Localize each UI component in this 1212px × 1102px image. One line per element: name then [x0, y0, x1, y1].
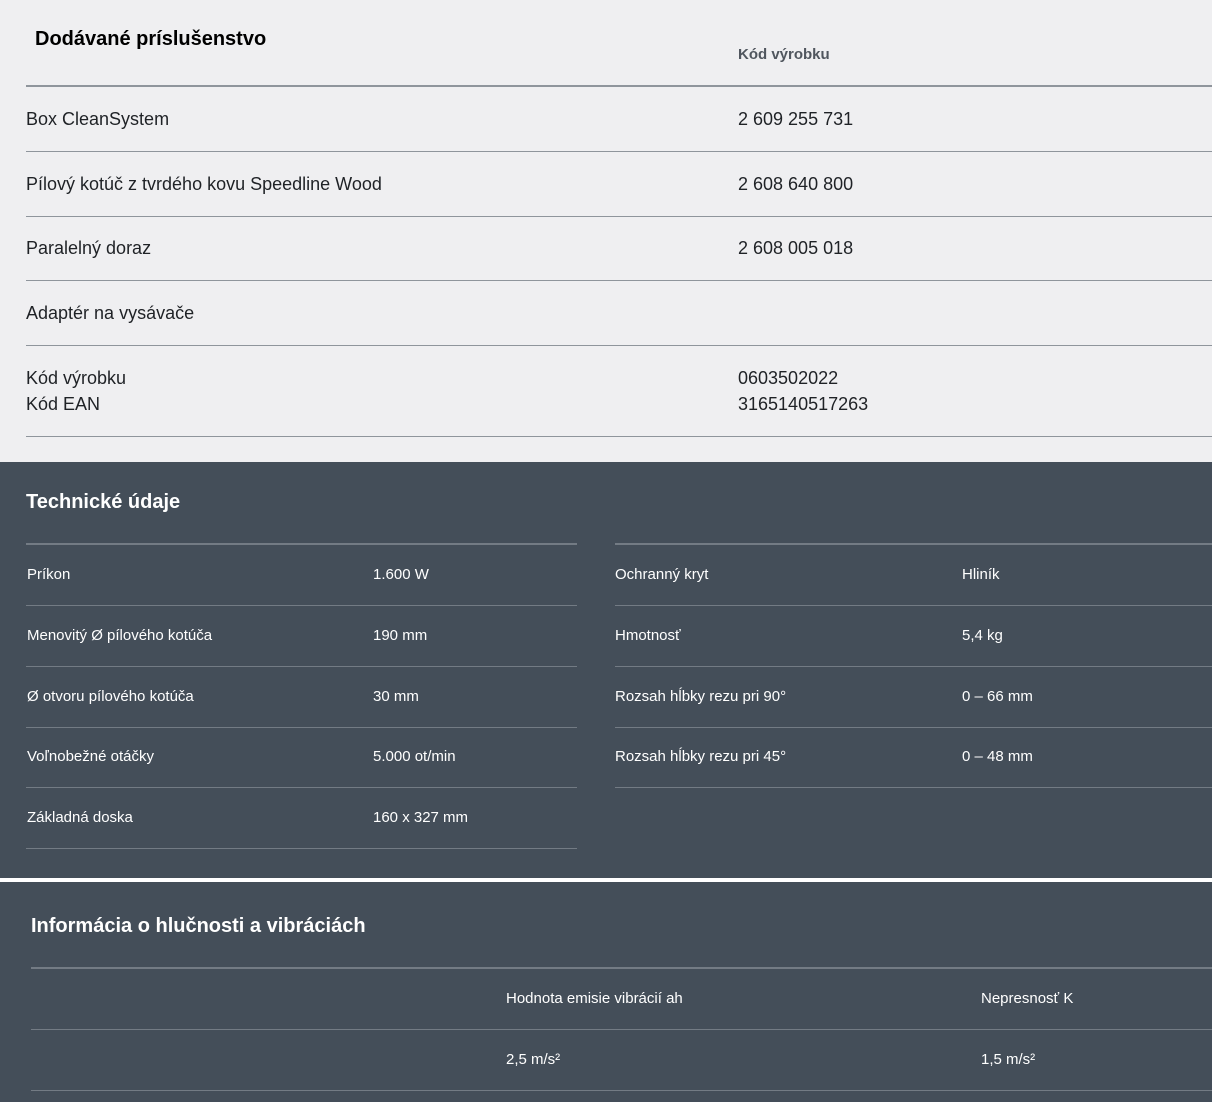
accessories-title: Dodávané príslušenstvo: [35, 28, 267, 50]
accessory-name: Box CleanSystem: [26, 109, 170, 129]
spec-value: 1.600 W: [373, 566, 429, 583]
ean-value: 3165140517263: [738, 394, 869, 414]
row-divider: [26, 216, 1212, 217]
spec-value: 0 – 48 mm: [962, 748, 1033, 765]
spec-label: Rozsah hĺbky rezu pri 90°: [615, 688, 787, 705]
spec-label: Ochranný kryt: [615, 566, 709, 583]
technical-data-title: Technické údaje: [26, 491, 181, 513]
noise-vibration-title: Informácia o hlučnosti a vibráciách: [31, 915, 366, 937]
row-divider: [26, 345, 1212, 346]
accessories-section: Dodávané príslušenstvo Kód výrobku Box C…: [0, 0, 1212, 462]
uncertainty-value: 1,5 m/s²: [981, 1051, 1036, 1068]
spec-divider: [26, 848, 577, 849]
spec-label: Hmotnosť: [615, 627, 681, 644]
ean-label: Kód EAN: [26, 394, 101, 414]
spec-divider: [615, 727, 1212, 728]
row-divider: [26, 280, 1212, 281]
spec-divider: [615, 666, 1212, 667]
spec-value: 0 – 66 mm: [962, 688, 1033, 705]
uncertainty-header: Nepresnosť K: [981, 990, 1074, 1007]
spec-value: 160 x 327 mm: [373, 809, 469, 826]
spec-divider: [615, 543, 1212, 545]
spec-divider: [26, 605, 577, 606]
table-divider: [31, 967, 1212, 969]
spec-label: Základná doska: [27, 809, 133, 826]
product-code-value: 0603502022: [738, 368, 839, 388]
spec-value: 190 mm: [373, 627, 428, 644]
table-divider: [31, 1029, 1212, 1030]
spec-divider: [615, 605, 1212, 606]
spec-label: Ø otvoru pílového kotúča: [27, 688, 194, 705]
spec-label: Menovitý Ø pílového kotúča: [27, 627, 213, 644]
table-divider: [31, 1090, 1212, 1091]
spec-label: Príkon: [27, 566, 71, 583]
spec-divider: [26, 787, 577, 788]
spec-value: 5.000 ot/min: [373, 748, 456, 765]
accessory-code: 2 608 005 018: [738, 238, 854, 258]
spec-divider: [615, 787, 1212, 788]
spec-divider: [26, 666, 577, 667]
spec-divider: [26, 543, 577, 545]
spec-value: 5,4 kg: [962, 627, 1003, 644]
vibration-emission-header: Hodnota emisie vibrácií ah: [506, 990, 683, 1007]
product-code-column-header: Kód výrobku: [738, 46, 830, 63]
accessory-name: Adaptér na vysávače: [26, 303, 195, 323]
accessory-name: Paralelný doraz: [26, 238, 152, 258]
accessory-code: 2 609 255 731: [738, 109, 854, 129]
accessory-code: 2 608 640 800: [738, 174, 854, 194]
product-code-label: Kód výrobku: [26, 368, 127, 388]
accessory-name: Pílový kotúč z tvrdého kovu Speedline Wo…: [26, 174, 382, 194]
header-divider: [26, 85, 1212, 87]
spec-label: Rozsah hĺbky rezu pri 45°: [615, 748, 787, 765]
row-divider: [26, 151, 1212, 152]
noise-vibration-section: Informácia o hlučnosti a vibráciách Hodn…: [0, 882, 1212, 1102]
spec-divider: [26, 727, 577, 728]
spec-value: Hliník: [962, 566, 1000, 583]
row-divider: [26, 436, 1212, 437]
spec-label: Voľnobežné otáčky: [27, 748, 154, 765]
technical-data-section: Technické údaje Príkon 1.600 W Menovitý …: [0, 462, 1212, 878]
vibration-emission-value: 2,5 m/s²: [506, 1051, 561, 1068]
spec-value: 30 mm: [373, 688, 419, 705]
